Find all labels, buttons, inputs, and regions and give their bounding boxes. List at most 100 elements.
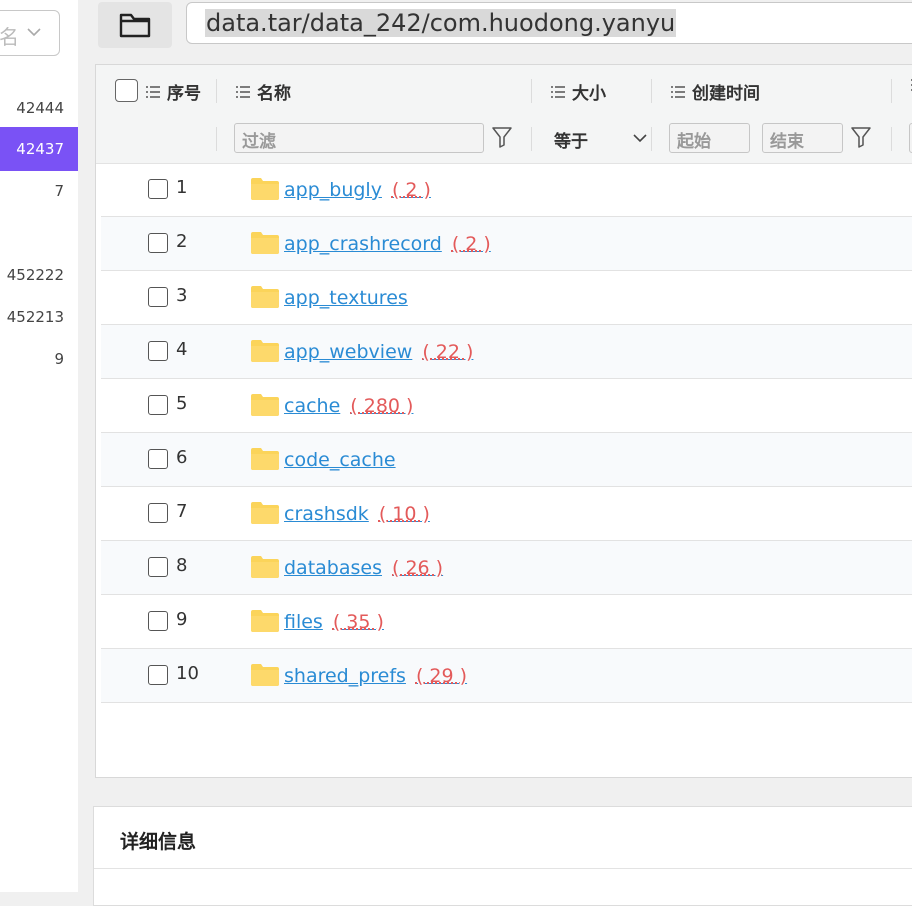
sort-select[interactable]: 名 xyxy=(0,10,60,56)
folder-icon xyxy=(251,394,279,420)
table-row[interactable]: 6 code_cache xyxy=(101,433,912,487)
row-checkbox[interactable] xyxy=(148,449,168,469)
row-checkbox[interactable] xyxy=(148,233,168,253)
folder-link[interactable]: app_bugly ( 2 ) xyxy=(284,179,431,201)
folder-name[interactable]: app_webview xyxy=(284,341,412,363)
end-date-input[interactable]: 结束 xyxy=(762,123,843,153)
column-divider xyxy=(891,127,892,151)
row-checkbox[interactable] xyxy=(148,665,168,685)
column-divider[interactable] xyxy=(216,79,217,103)
select-all-checkbox[interactable] xyxy=(115,79,138,102)
table-row[interactable]: 3 app_textures xyxy=(101,271,912,325)
table-row[interactable]: 4 app_webview ( 22 ) xyxy=(101,325,912,379)
table-row[interactable]: 1 app_bugly ( 2 ) xyxy=(101,163,912,217)
folder-link[interactable]: app_crashrecord ( 2 ) xyxy=(284,233,491,255)
column-header-name[interactable]: 名称 xyxy=(236,79,291,104)
start-date-input[interactable]: 起始 xyxy=(669,123,750,153)
row-checkbox[interactable] xyxy=(148,395,168,415)
table-row[interactable]: 7 crashsdk ( 10 ) xyxy=(101,487,912,541)
column-divider xyxy=(216,127,217,151)
folder-link[interactable]: shared_prefs ( 29 ) xyxy=(284,665,467,687)
filter-icon[interactable] xyxy=(492,126,512,148)
item-count: ( 35 ) xyxy=(333,611,384,633)
column-divider[interactable] xyxy=(651,79,652,103)
size-operator-select[interactable]: 等于 xyxy=(554,127,588,152)
folder-link[interactable]: app_webview ( 22 ) xyxy=(284,341,473,363)
table-row[interactable]: 5 cache ( 280 ) xyxy=(101,379,912,433)
item-count: ( 22 ) xyxy=(422,341,473,363)
folder-link[interactable]: code_cache xyxy=(284,449,396,471)
folder-name[interactable]: databases xyxy=(284,557,382,579)
details-title: 详细信息 xyxy=(120,827,196,854)
row-checkbox[interactable] xyxy=(148,611,168,631)
column-header-size-label: 大小 xyxy=(572,79,606,104)
row-index: 1 xyxy=(176,177,187,198)
folder-icon xyxy=(251,556,279,582)
folder-icon xyxy=(119,12,151,38)
row-checkbox[interactable] xyxy=(148,287,168,307)
column-divider[interactable] xyxy=(891,79,892,103)
folder-icon xyxy=(251,178,279,204)
divider xyxy=(94,868,912,869)
folder-name[interactable]: crashsdk xyxy=(284,503,369,525)
folder-icon xyxy=(251,502,279,528)
row-index: 2 xyxy=(176,231,187,252)
list-icon xyxy=(551,86,565,98)
row-checkbox[interactable] xyxy=(148,179,168,199)
row-checkbox[interactable] xyxy=(148,341,168,361)
sidebar-item[interactable]: 42444 xyxy=(0,86,78,130)
table-row[interactable]: 10 shared_prefs ( 29 ) xyxy=(101,649,912,703)
sidebar-item[interactable]: 452213 xyxy=(0,295,78,339)
folder-icon xyxy=(251,340,279,366)
column-header-size[interactable]: 大小 xyxy=(551,79,606,104)
table-row[interactable]: 2 app_crashrecord ( 2 ) xyxy=(101,217,912,271)
sidebar-item[interactable]: 9 xyxy=(0,337,78,381)
column-header-index[interactable]: 序号 xyxy=(146,79,201,104)
folder-name[interactable]: files xyxy=(284,611,323,633)
end-date-placeholder: 结束 xyxy=(770,127,804,152)
row-checkbox[interactable] xyxy=(148,503,168,523)
folder-name[interactable]: shared_prefs xyxy=(284,665,406,687)
folder-name[interactable]: app_textures xyxy=(284,287,408,309)
folder-link[interactable]: app_textures xyxy=(284,287,408,309)
folder-link[interactable]: crashsdk ( 10 ) xyxy=(284,503,430,525)
folder-name[interactable]: app_bugly xyxy=(284,179,382,201)
folder-name[interactable]: app_crashrecord xyxy=(284,233,442,255)
column-header-name-label: 名称 xyxy=(257,79,291,104)
chevron-down-icon[interactable] xyxy=(633,131,647,145)
open-folder-button[interactable] xyxy=(98,2,172,48)
item-count: ( 2 ) xyxy=(452,233,491,255)
row-index: 5 xyxy=(176,393,187,414)
folder-icon xyxy=(251,286,279,312)
item-count: ( 29 ) xyxy=(416,665,467,687)
folder-link[interactable]: databases ( 26 ) xyxy=(284,557,443,579)
table-row[interactable]: 8 databases ( 26 ) xyxy=(101,541,912,595)
column-header-created[interactable]: 创建时间 xyxy=(671,79,760,104)
item-count: ( 2 ) xyxy=(392,179,431,201)
folder-icon xyxy=(251,448,279,474)
folder-name[interactable]: cache xyxy=(284,395,340,417)
folder-link[interactable]: files ( 35 ) xyxy=(284,611,384,633)
item-count: ( 26 ) xyxy=(392,557,443,579)
path-input[interactable]: data.tar/data_242/com.huodong.yanyu xyxy=(186,2,912,44)
folder-name[interactable]: code_cache xyxy=(284,449,396,471)
column-divider xyxy=(531,127,532,151)
filter-icon[interactable] xyxy=(851,126,871,148)
list-icon xyxy=(671,86,685,98)
row-checkbox[interactable] xyxy=(148,557,168,577)
column-divider xyxy=(651,127,652,151)
folder-link[interactable]: cache ( 280 ) xyxy=(284,395,413,417)
list-icon xyxy=(236,86,250,98)
name-filter-input[interactable]: 过滤 xyxy=(234,123,484,153)
sidebar-item-active[interactable]: 42437 xyxy=(0,127,78,171)
sidebar-item[interactable]: 7 xyxy=(0,169,78,213)
sidebar: 名 42444 42437 7 452222 452213 9 xyxy=(0,0,78,892)
table-row[interactable]: 9 files ( 35 ) xyxy=(101,595,912,649)
row-index: 10 xyxy=(176,663,199,684)
row-index: 9 xyxy=(176,609,187,630)
row-index: 4 xyxy=(176,339,187,360)
chevron-down-icon xyxy=(25,23,43,41)
sort-select-label: 名 xyxy=(0,21,19,50)
sidebar-item[interactable]: 452222 xyxy=(0,253,78,297)
column-divider[interactable] xyxy=(531,79,532,103)
